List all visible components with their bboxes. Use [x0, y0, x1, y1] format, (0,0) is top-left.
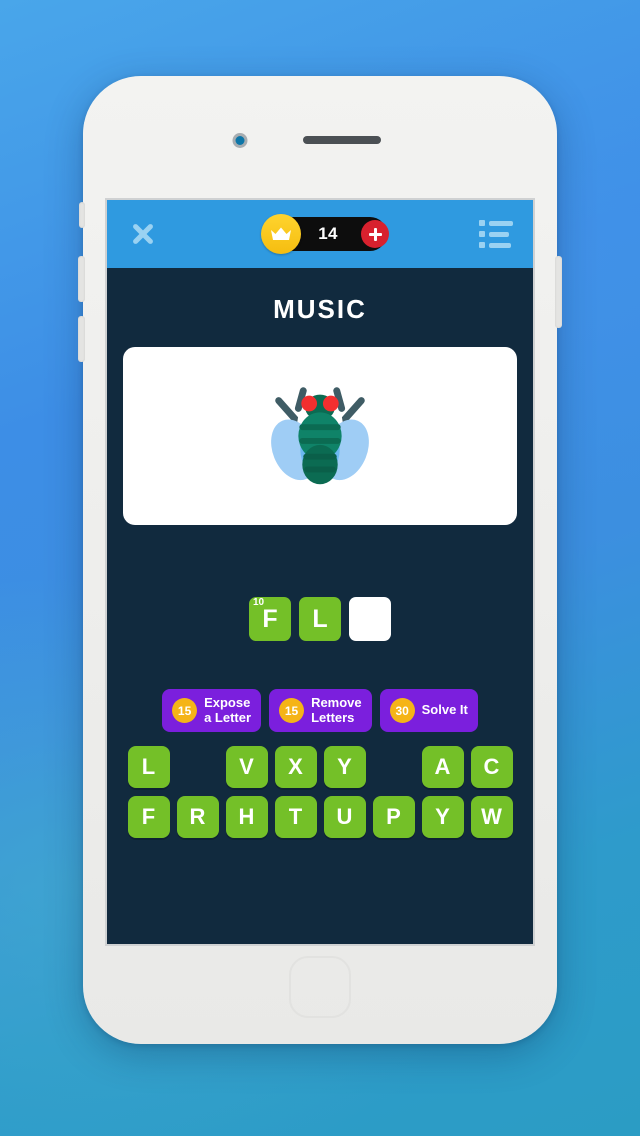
answer-tile-index: 10: [253, 597, 265, 608]
app-header: 14: [107, 200, 533, 268]
key-letter[interactable]: R: [176, 796, 219, 839]
close-icon[interactable]: [127, 218, 159, 250]
powerup-cost-badge: 15: [279, 698, 305, 724]
powerup-label: Solve It: [421, 702, 468, 718]
background: 14 MUSIC 10 F L 15 Expose a Letter 15 Re…: [0, 0, 640, 1136]
key-letter[interactable]: V: [225, 746, 268, 789]
powerup-bar: 15 Expose a Letter 15 Remove Letters 30 …: [117, 689, 523, 733]
answer-tile-empty[interactable]: [349, 597, 391, 641]
powerup-label: Expose a Letter: [204, 695, 252, 725]
answer-tile[interactable]: L: [299, 597, 341, 641]
powerup-remove-letters[interactable]: 15 Remove Letters: [269, 689, 372, 733]
key-letter[interactable]: T: [274, 796, 317, 839]
volume-down-button[interactable]: [78, 316, 85, 362]
coin-count: 14: [318, 224, 338, 243]
powerup-cost-badge: 15: [172, 698, 198, 724]
earpiece-speaker: [303, 136, 381, 144]
powerup-expose-a-letter[interactable]: 15 Expose a Letter: [162, 689, 262, 733]
powerup-solve-it[interactable]: 30 Solve It: [379, 689, 478, 733]
key-letter[interactable]: H: [225, 796, 268, 839]
coin-balance-widget: 14: [261, 214, 389, 254]
letter-keyboard: L V X Y A C F R H T U P Y W: [107, 746, 533, 839]
add-coins-button[interactable]: [361, 220, 389, 248]
home-button[interactable]: [289, 956, 351, 1018]
key-empty-slot: [373, 746, 415, 788]
phone-screen: 14 MUSIC 10 F L 15 Expose a Letter 15 Re…: [107, 200, 533, 944]
key-letter[interactable]: Y: [323, 746, 366, 789]
fly-emoji: [271, 387, 369, 485]
key-empty-slot: [177, 746, 219, 788]
answer-tile[interactable]: 10 F: [249, 597, 291, 641]
powerup-cost-badge: 30: [389, 698, 415, 724]
key-letter[interactable]: W: [470, 796, 513, 839]
key-letter[interactable]: L: [127, 746, 170, 789]
key-letter[interactable]: C: [470, 746, 513, 789]
key-letter[interactable]: Y: [421, 796, 464, 839]
list-menu-icon[interactable]: [479, 220, 513, 248]
crown-icon: [261, 214, 301, 254]
front-camera-icon: [232, 133, 248, 148]
answer-tile-letter: F: [262, 604, 278, 633]
puzzle-image-card: [123, 347, 517, 525]
powerup-label: Remove Letters: [311, 695, 362, 725]
keyboard-row-2: F R H T U P Y W: [121, 796, 519, 839]
key-letter[interactable]: P: [372, 796, 415, 839]
answer-tile-letter: L: [312, 604, 328, 633]
key-letter[interactable]: F: [127, 796, 170, 839]
key-letter[interactable]: U: [323, 796, 366, 839]
keyboard-row-1: L V X Y A C: [121, 746, 519, 789]
category-title: MUSIC: [273, 294, 367, 324]
power-button[interactable]: [555, 256, 562, 328]
phone-device-frame: 14 MUSIC 10 F L 15 Expose a Letter 15 Re…: [78, 76, 562, 1044]
answer-tiles: 10 F L: [107, 597, 533, 641]
mute-switch[interactable]: [79, 202, 85, 228]
volume-up-button[interactable]: [78, 256, 85, 302]
key-letter[interactable]: A: [421, 746, 464, 789]
key-letter[interactable]: X: [274, 746, 317, 789]
